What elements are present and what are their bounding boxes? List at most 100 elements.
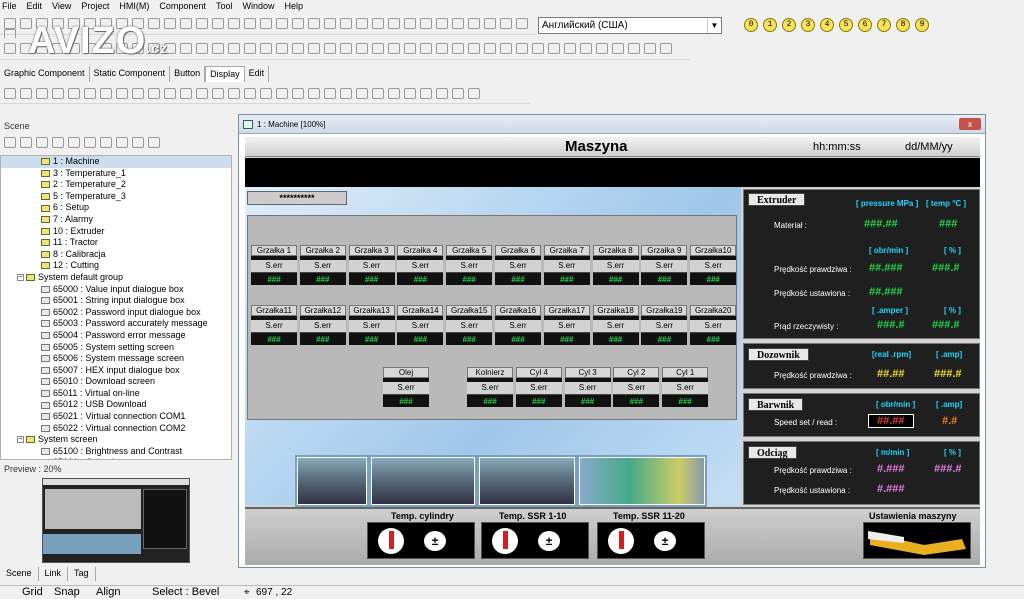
heater-cell[interactable]: Grzałka12S.err###	[300, 305, 346, 349]
row2-tool-icon[interactable]	[340, 43, 352, 54]
heater-cell[interactable]: Grzałka19S.err###	[641, 305, 687, 349]
tree-group[interactable]: −System screen	[1, 434, 231, 446]
row2-tool-icon[interactable]	[612, 43, 624, 54]
row2-tool-icon[interactable]	[548, 43, 560, 54]
row3-tool-icon[interactable]	[180, 88, 192, 99]
tab-button[interactable]: Button	[170, 66, 205, 82]
chevron-down-icon[interactable]: ▼	[707, 18, 721, 33]
tree-item[interactable]: 65005 : System setting screen	[1, 342, 231, 354]
tree-item[interactable]: 65002 : Password input dialogue box	[1, 307, 231, 319]
tree-item[interactable]: 65100 : Brightness and Contrast	[1, 446, 231, 458]
row2-tool-icon[interactable]	[372, 43, 384, 54]
row3-tool-icon[interactable]	[324, 88, 336, 99]
row3-tool-icon[interactable]	[260, 88, 272, 99]
heater-cell[interactable]: Grzałka 7S.err###	[544, 245, 590, 289]
scene-tool-icon[interactable]	[100, 137, 112, 148]
tree-item[interactable]: 2 : Temperature_2	[1, 179, 231, 191]
align-toggle[interactable]: Align	[96, 586, 120, 599]
close-button[interactable]: x	[959, 118, 981, 130]
menu-item-hmim[interactable]: HMI(M)	[119, 0, 149, 12]
preview-thumbnail[interactable]	[42, 478, 190, 563]
row1-tool-icon[interactable]	[212, 18, 224, 29]
temp-cylinders-button[interactable]: ±	[367, 522, 475, 559]
row3-tool-icon[interactable]	[356, 88, 368, 99]
scene-tool-icon[interactable]	[148, 137, 160, 148]
language-select[interactable]: Английский (США)▼	[538, 17, 722, 34]
tree-item[interactable]: 65021 : Virtual connection COM1	[1, 411, 231, 423]
menu-item-help[interactable]: Help	[284, 0, 303, 12]
row2-tool-icon[interactable]	[228, 43, 240, 54]
tree-item[interactable]: 3 : Temperature_1	[1, 168, 231, 180]
number-5-button[interactable]: 5	[839, 18, 853, 32]
set-speed-value[interactable]: ##.###	[869, 286, 903, 298]
row2-tool-icon[interactable]	[260, 43, 272, 54]
odciag-set-value[interactable]: #.###	[877, 483, 905, 495]
tree-item[interactable]: 65022 : Virtual connection COM2	[1, 423, 231, 435]
grid-toggle[interactable]: Grid	[22, 586, 43, 599]
row1-tool-icon[interactable]	[388, 18, 400, 29]
row3-tool-icon[interactable]	[132, 88, 144, 99]
tab-tag[interactable]: Tag	[68, 567, 96, 581]
zone-cell[interactable]: Cyl 1S.err###	[662, 367, 708, 411]
number-9-button[interactable]: 9	[915, 18, 929, 32]
heater-cell[interactable]: Grzałka 6S.err###	[495, 245, 541, 289]
row3-tool-icon[interactable]	[100, 88, 112, 99]
number-4-button[interactable]: 4	[820, 18, 834, 32]
row3-tool-icon[interactable]	[436, 88, 448, 99]
heater-cell[interactable]: Grzałka14S.err###	[397, 305, 443, 349]
row3-tool-icon[interactable]	[68, 88, 80, 99]
scene-tool-icon[interactable]	[20, 137, 32, 148]
number-1-button[interactable]: 1	[763, 18, 777, 32]
row3-tool-icon[interactable]	[372, 88, 384, 99]
row2-tool-icon[interactable]	[276, 43, 288, 54]
tree-item[interactable]: 65004 : Password error message	[1, 330, 231, 342]
heater-cell[interactable]: Grzałka 3S.err###	[349, 245, 395, 289]
tree-item[interactable]: 65101 : Calendar	[1, 457, 231, 460]
menu-item-edit[interactable]: Edit	[27, 0, 43, 12]
row1-tool-icon[interactable]	[500, 18, 512, 29]
row1-tool-icon[interactable]	[356, 18, 368, 29]
row3-tool-icon[interactable]	[420, 88, 432, 99]
row1-tool-icon[interactable]	[244, 18, 256, 29]
row3-tool-icon[interactable]	[212, 88, 224, 99]
row2-tool-icon[interactable]	[628, 43, 640, 54]
row3-tool-icon[interactable]	[292, 88, 304, 99]
zone-cell[interactable]: Cyl 2S.err###	[613, 367, 659, 411]
menu-item-view[interactable]: View	[52, 0, 71, 12]
heater-cell[interactable]: Grzałka16S.err###	[495, 305, 541, 349]
row2-tool-icon[interactable]	[180, 43, 192, 54]
tree-item[interactable]: 65003 : Password accurately message	[1, 318, 231, 330]
row3-tool-icon[interactable]	[228, 88, 240, 99]
number-3-button[interactable]: 3	[801, 18, 815, 32]
row1-tool-icon[interactable]	[196, 18, 208, 29]
row2-tool-icon[interactable]	[468, 43, 480, 54]
row2-tool-icon[interactable]	[436, 43, 448, 54]
tree-item[interactable]: 1 : Machine	[1, 156, 231, 168]
tree-item[interactable]: 65001 : String input dialogue box	[1, 295, 231, 307]
tree-item[interactable]: 5 : Temperature_3	[1, 191, 231, 203]
row3-tool-icon[interactable]	[388, 88, 400, 99]
row1-tool-icon[interactable]	[180, 18, 192, 29]
row1-tool-icon[interactable]	[228, 18, 240, 29]
row1-tool-icon[interactable]	[484, 18, 496, 29]
row2-tool-icon[interactable]	[532, 43, 544, 54]
heater-cell[interactable]: Grzałka 2S.err###	[300, 245, 346, 289]
row3-tool-icon[interactable]	[84, 88, 96, 99]
tree-item[interactable]: 65011 : Virtual on-line	[1, 388, 231, 400]
row2-tool-icon[interactable]	[596, 43, 608, 54]
tree-item[interactable]: 12 : Cutting	[1, 260, 231, 272]
row1-tool-icon[interactable]	[404, 18, 416, 29]
tree-item[interactable]: 65007 : HEX input dialogue box	[1, 365, 231, 377]
row2-tool-icon[interactable]	[660, 43, 672, 54]
scene-tool-icon[interactable]	[68, 137, 80, 148]
machine-settings-button[interactable]	[863, 522, 971, 559]
row1-tool-icon[interactable]	[276, 18, 288, 29]
row2-tool-icon[interactable]	[212, 43, 224, 54]
heater-cell[interactable]: Grzałka 4S.err###	[397, 245, 443, 289]
row3-tool-icon[interactable]	[404, 88, 416, 99]
tree-item[interactable]: 10 : Extruder	[1, 226, 231, 238]
row2-tool-icon[interactable]	[4, 43, 16, 54]
row1-tool-icon[interactable]	[324, 18, 336, 29]
row2-tool-icon[interactable]	[308, 43, 320, 54]
scene-tool-icon[interactable]	[4, 137, 16, 148]
